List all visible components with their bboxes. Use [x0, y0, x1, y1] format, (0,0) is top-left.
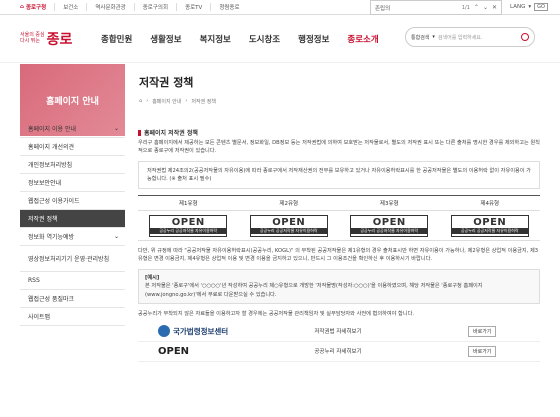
search-input[interactable]: 검색어를 입력하세요. — [438, 34, 518, 41]
go-button[interactable]: 바로가기 — [468, 325, 497, 337]
top-link[interactable]: 종로구의회 — [133, 3, 176, 11]
nav-item[interactable]: 종합민원 — [92, 33, 141, 45]
find-count: 1/1 — [461, 4, 470, 11]
related-link-row: OPEN 공공누리 자세히보기 바로가기 — [138, 342, 540, 362]
example-box: [예시] 본 저작물은 '종로구'에서 '○○○○'년 작성하여 공공누리 제○… — [138, 269, 540, 304]
top-utility-bar: ⌂ 종로구청 보건소 역사문화관광 종로구의회 종로TV 청렴종로 존립의 1/1… — [0, 0, 560, 15]
lang-go-button[interactable]: GO — [534, 3, 548, 11]
kogl-logo: OPEN — [158, 345, 190, 357]
nav-item-active[interactable]: 종로소개 — [338, 33, 387, 45]
type-header: 제2유형 — [238, 196, 339, 212]
site-logo[interactable]: 서울의 중심 다시 뛰는 종로 — [0, 29, 80, 49]
kogl-badge: OPEN 공공누리 공공저작물 자유이용허락 — [149, 214, 228, 237]
sidebar-item[interactable]: 홈페이지 이용 안내 ⌄ — [20, 120, 125, 138]
find-input[interactable]: 존립의 — [375, 4, 458, 12]
breadcrumb-item[interactable]: 홈페이지 안내 — [152, 98, 181, 105]
chevron-down-icon: ▾ — [528, 4, 532, 10]
sidebar: 홈페이지 이용 안내 ⌄ 홈페이지 개선의견 개인정보처리방침 정보보안안내 웹접… — [20, 120, 125, 326]
main-nav: 종합민원 생활정보 복지정보 도시창조 행정정보 종로소개 — [92, 33, 388, 45]
nav-item[interactable]: 행정정보 — [289, 33, 338, 45]
sidebar-item[interactable]: 개인정보처리방침 — [20, 156, 125, 174]
sidebar-item[interactable]: 영상정보처리기기 운영·관리방침 — [20, 246, 125, 272]
breadcrumb-item[interactable]: 저작권 정책 — [191, 98, 216, 105]
site-header: 서울의 중심 다시 뛰는 종로 종합민원 생활정보 복지정보 도시창조 행정정보 … — [0, 15, 560, 63]
site-search: 통합검색 ▾ 검색어를 입력하세요. — [405, 27, 535, 47]
related-link-row: 국가법령정보센터 저작권법 자세히보기 바로가기 — [138, 322, 540, 342]
top-home-link[interactable]: ⌂ 종로구청 — [0, 3, 54, 11]
footnote: 공공누리가 부착되지 않은 자료들을 이용하고자 할 경우에는 공공저작물 관리… — [138, 310, 415, 317]
search-scope-select[interactable]: 통합검색 — [411, 34, 429, 41]
nav-item[interactable]: 생활정보 — [141, 33, 190, 45]
chevron-down-icon: ⌄ — [113, 233, 119, 240]
policy-box: 저작권법 제24조의2(공공저작물의 자유이용)에 따라 종로구에서 저작재산권… — [138, 161, 540, 190]
close-icon[interactable]: ✕ — [492, 4, 497, 11]
law-center-logo: 국가법령정보센터 — [138, 325, 258, 338]
sidebar-item[interactable]: 웹접근성 품질마크 — [20, 290, 125, 308]
main-content: 홈페이지 저작권 정책 우리구 홈페이지에서 제공하는 모든 콘텐츠 별문서, … — [138, 128, 540, 362]
page-title: 저작권 정책 — [139, 76, 194, 89]
sidebar-item[interactable]: 정보보안안내 — [20, 174, 125, 192]
down-arrow-icon[interactable]: ⌄ — [483, 4, 488, 11]
sidebar-item[interactable]: 사이트맵 — [20, 308, 125, 326]
usage-description: 다만, 위 규정에 따라 "공공저작물 자유이용허락표시(공공누리, KOGL)… — [138, 248, 539, 263]
related-links: 국가법령정보센터 저작권법 자세히보기 바로가기 OPEN 공공누리 자세히보기… — [138, 322, 540, 362]
sidebar-item[interactable]: 정보화 역기능예방 ⌄ — [20, 228, 125, 246]
home-icon[interactable]: ⌂ — [139, 98, 142, 105]
kogl-badge: OPEN 공공누리 공공저작물 자유이용허락 — [350, 214, 429, 237]
chevron-down-icon: ▾ — [432, 34, 435, 40]
home-icon: ⌂ — [20, 4, 24, 10]
kogl-type-table: 제1유형 제2유형 제3유형 제4유형 OPEN 공공누리 공공저작물 자유이용허… — [138, 195, 540, 242]
type-header: 제3유형 — [339, 196, 440, 212]
nav-item[interactable]: 복지정보 — [191, 33, 240, 45]
type-header: 제1유형 — [138, 196, 239, 212]
top-link[interactable]: 보건소 — [54, 3, 86, 11]
sidebar-item[interactable]: 웹접근성 이용가이드 — [20, 192, 125, 210]
kogl-badge: OPEN 공공누리 공공저작물 자유이용허락 — [450, 214, 529, 237]
sidebar-item[interactable]: 홈페이지 개선의견 — [20, 138, 125, 156]
sidebar-item[interactable]: RSS — [20, 272, 125, 290]
top-link[interactable]: 종로TV — [176, 3, 210, 11]
chevron-down-icon: ⌄ — [113, 125, 119, 132]
go-button[interactable]: 바로가기 — [468, 345, 497, 357]
find-bar: 존립의 1/1 ⌃ ⌄ ✕ — [370, 0, 502, 15]
breadcrumb: ⌂ › 홈페이지 안내 › 저작권 정책 — [139, 98, 216, 105]
kogl-badge: OPEN 공공누리 공공저작물 자유이용허락 — [249, 214, 328, 237]
top-link[interactable]: 역사문화관광 — [86, 3, 133, 11]
search-icon[interactable] — [521, 33, 529, 41]
top-link[interactable]: 청렴종로 — [210, 3, 247, 11]
lang-select[interactable]: LANG — [510, 4, 525, 10]
section-title: 홈페이지 저작권 정책 — [138, 128, 540, 137]
up-arrow-icon[interactable]: ⌃ — [474, 4, 479, 11]
type-header: 제4유형 — [439, 196, 540, 212]
intro-text: 우리구 홈페이지에서 제공하는 모든 콘텐츠 별문서, 정보화일, DB정보 등… — [138, 140, 540, 155]
sidebar-item-active[interactable]: 저작권 정책 — [20, 210, 125, 228]
page-hero: 홈페이지 안내 저작권 정책 ⌂ › 홈페이지 안내 › 저작권 정책 — [20, 64, 540, 136]
nav-item[interactable]: 도시창조 — [240, 33, 289, 45]
language-selector: LANG ▾ GO — [510, 3, 548, 11]
